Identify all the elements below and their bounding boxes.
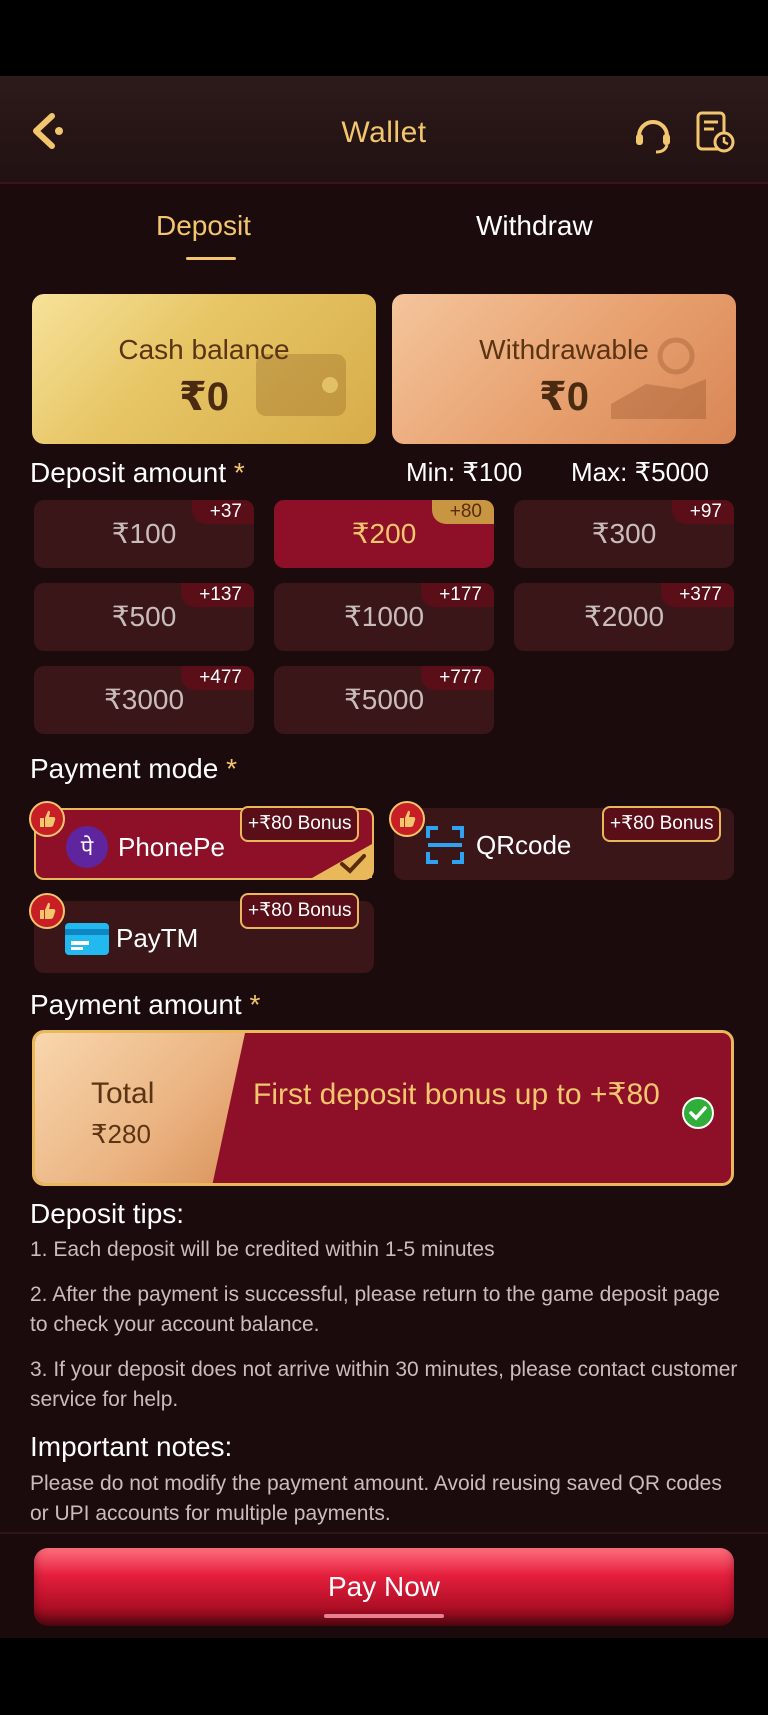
header: Wallet — [0, 76, 768, 184]
active-tab-indicator — [186, 257, 236, 260]
thumbs-up-icon — [29, 801, 65, 837]
deposit-tips-title: Deposit tips: — [30, 1198, 185, 1229]
amount-option-2000[interactable]: ₹2000 +377 — [514, 583, 734, 651]
required-mark: * — [226, 753, 238, 784]
button-glow — [324, 1614, 444, 1618]
amount-option-1000[interactable]: ₹1000 +177 — [274, 583, 494, 651]
payment-amount-text: Payment amount — [30, 989, 242, 1020]
required-mark: * — [233, 457, 245, 488]
status-bar — [0, 0, 768, 76]
max-amount: Max: ₹5000 — [571, 457, 709, 487]
deposit-amount-text: Deposit amount — [30, 457, 227, 488]
amount-value: ₹200 — [351, 518, 417, 549]
thumbs-up-icon — [29, 893, 65, 929]
wallet-screen: Wallet Deposit Withdraw Cash balance ₹0 … — [0, 76, 768, 1638]
paytm-card-icon — [64, 917, 109, 959]
amount-bonus-badge: +97 — [671, 500, 734, 524]
important-notes-text: Please do not modify the payment amount.… — [30, 1472, 722, 1525]
phonepe-label: PhonePe — [118, 832, 225, 862]
qrcode-label: QRcode — [476, 830, 572, 860]
payment-total-box: Total ₹280 First deposit bonus up to +₹8… — [32, 1030, 734, 1186]
withdrawable-label: Withdrawable — [479, 334, 649, 365]
pay-now-label: Pay Now — [327, 1571, 441, 1602]
phonepe-icon: पे — [66, 826, 108, 868]
paytm-label: PayTM — [116, 923, 199, 953]
amount-bonus-badge: +777 — [421, 666, 494, 690]
required-mark: * — [249, 989, 261, 1020]
amount-bonus-badge: +477 — [181, 666, 254, 690]
tip-item-3: 3. If your deposit does not arrive withi… — [30, 1358, 738, 1411]
qrcode-bonus-badge: +₹80 Bonus — [602, 806, 722, 842]
svg-text:पे: पे — [81, 835, 94, 861]
history-icon[interactable] — [694, 110, 736, 154]
first-deposit-bonus-text: First deposit bonus up to +₹80 — [253, 1078, 660, 1111]
tip-item-1: 1. Each deposit will be credited within … — [30, 1238, 495, 1261]
amount-option-3000[interactable]: ₹3000 +477 — [34, 666, 254, 734]
amount-bonus-badge: +377 — [661, 583, 734, 607]
paytm-bonus-badge: +₹80 Bonus — [240, 893, 360, 929]
bottom-bar: Pay Now — [0, 1532, 768, 1638]
deposit-amount-label: Deposit amount * — [30, 457, 245, 489]
amount-value: ₹2000 — [583, 601, 665, 632]
tab-deposit[interactable]: Deposit — [156, 210, 251, 242]
amount-option-500[interactable]: ₹500 +137 — [34, 583, 254, 651]
amount-bonus-badge: +37 — [191, 500, 254, 524]
withdrawable-card: Withdrawable ₹0 — [392, 294, 736, 444]
tab-withdraw[interactable]: Withdraw — [476, 210, 593, 242]
amount-value: ₹100 — [111, 518, 177, 549]
total-value: ₹280 — [91, 1119, 151, 1149]
payment-amount-label: Payment amount * — [30, 989, 260, 1021]
cash-balance-label: Cash balance — [118, 334, 290, 365]
important-notes-title: Important notes: — [30, 1431, 233, 1462]
pay-now-button[interactable]: Pay Now — [34, 1548, 734, 1626]
amount-value: ₹5000 — [343, 684, 425, 715]
amount-value: ₹300 — [591, 518, 657, 549]
qr-scan-icon — [424, 824, 466, 866]
payment-mode-text: Payment mode — [30, 753, 219, 784]
amount-value: ₹1000 — [343, 601, 425, 632]
payment-mode-label: Payment mode * — [30, 753, 237, 785]
cash-balance-card: Cash balance ₹0 — [32, 294, 376, 444]
cash-balance-value: ₹0 — [178, 375, 230, 419]
amount-option-100[interactable]: ₹100 +37 — [34, 500, 254, 568]
min-amount: Min: ₹100 — [406, 457, 523, 487]
amount-option-200[interactable]: ₹200 +80 — [274, 500, 494, 568]
total-label: Total — [91, 1077, 155, 1110]
navigation-bar-area — [0, 1638, 768, 1715]
amount-option-300[interactable]: ₹300 +97 — [514, 500, 734, 568]
selected-check-icon — [312, 844, 372, 878]
check-circle-icon — [682, 1097, 714, 1129]
tip-item-2: 2. After the payment is successful, plea… — [30, 1283, 720, 1336]
amount-value: ₹3000 — [103, 684, 185, 715]
amount-option-5000[interactable]: ₹5000 +777 — [274, 666, 494, 734]
amount-bonus-badge: +177 — [421, 583, 494, 607]
withdrawable-value: ₹0 — [538, 375, 590, 419]
amount-value: ₹500 — [111, 601, 177, 632]
thumbs-up-icon — [389, 801, 425, 837]
headset-icon[interactable] — [632, 112, 674, 154]
amount-bonus-badge: +80 — [431, 500, 494, 524]
phonepe-bonus-badge: +₹80 Bonus — [240, 806, 360, 842]
amount-bonus-badge: +137 — [181, 583, 254, 607]
